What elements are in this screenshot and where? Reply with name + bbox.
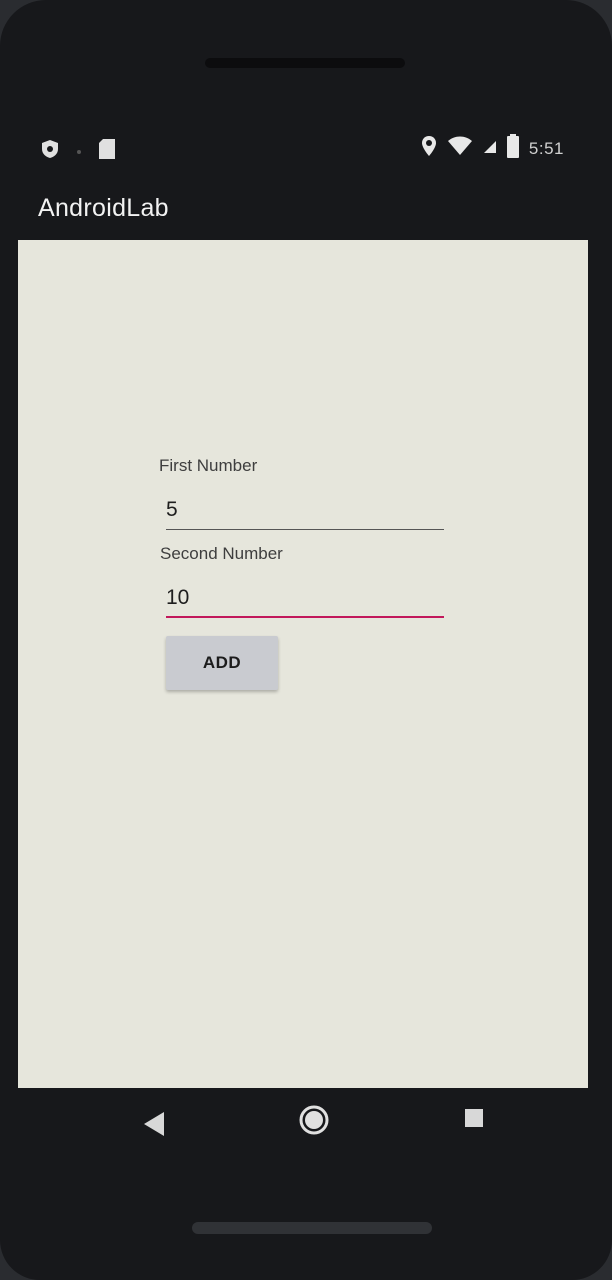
- navigation-bar: [18, 1088, 588, 1178]
- wifi-icon: [447, 136, 473, 161]
- main-content: First Number 5 Second Number 10 ADD: [18, 240, 588, 1088]
- signal-icon: [483, 138, 497, 159]
- battery-icon: [506, 134, 519, 163]
- recents-icon[interactable]: [464, 1108, 484, 1133]
- shield-icon: [40, 139, 60, 164]
- home-indicator: [192, 1222, 432, 1234]
- phone-frame: 5:51 AndroidLab First Number 5 Second Nu…: [0, 0, 612, 1280]
- home-icon[interactable]: [298, 1104, 330, 1141]
- app-bar: AndroidLab: [18, 180, 588, 240]
- earpiece-speaker: [205, 58, 405, 68]
- first-number-input[interactable]: 5: [166, 490, 444, 530]
- status-bar: 5:51: [18, 128, 588, 170]
- first-number-underline: [166, 529, 444, 530]
- status-right-icons: 5:51: [421, 134, 564, 163]
- back-icon[interactable]: [140, 1110, 166, 1143]
- status-time: 5:51: [528, 138, 564, 158]
- second-number-value: 10: [166, 586, 190, 609]
- first-number-label: First Number: [159, 456, 258, 475]
- second-number-label: Second Number: [160, 544, 283, 563]
- notification-dot-icon: [74, 143, 84, 161]
- location-icon: [421, 135, 437, 162]
- status-left-icons: [40, 138, 116, 165]
- app-title: AndroidLab: [38, 194, 169, 222]
- second-number-input[interactable]: 10: [166, 578, 444, 618]
- second-number-underline: [166, 616, 444, 618]
- add-button[interactable]: ADD: [166, 636, 278, 690]
- sd-card-icon: [98, 138, 116, 165]
- first-number-value: 5: [166, 498, 178, 521]
